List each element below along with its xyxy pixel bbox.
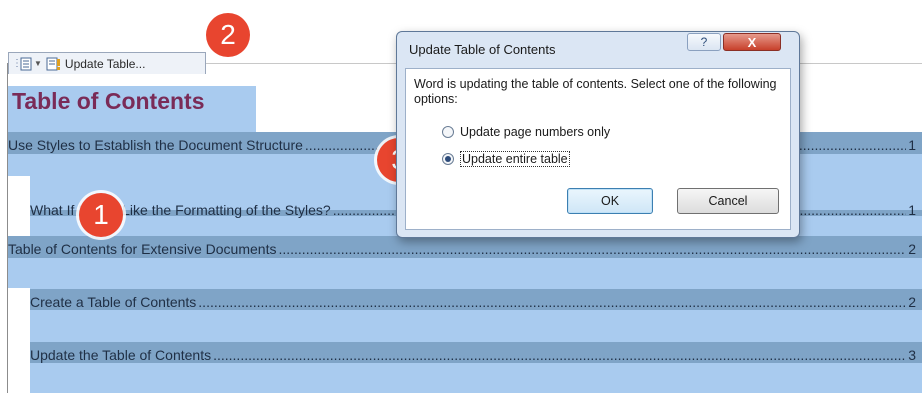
toc-leader: ........................................… — [213, 347, 907, 363]
toc-entry[interactable]: Table of Contents for Extensive Document… — [8, 236, 922, 257]
selection-highlight — [8, 258, 922, 288]
update-toc-dialog: Update Table of Contents ? X Word is upd… — [396, 31, 800, 238]
toc-entry[interactable]: Create a Table of Contents .............… — [30, 289, 922, 310]
update-table-label: Update Table... — [64, 56, 146, 71]
toc-entry-text: Create a Table of Contents — [30, 294, 197, 310]
toc-entry-text: Update the Table of Contents — [30, 347, 212, 363]
dialog-title: Update Table of Contents — [409, 42, 556, 57]
dialog-body: Word is updating the table of contents. … — [405, 68, 791, 230]
radio-page-numbers-only[interactable] — [442, 126, 454, 138]
content-control-toolbar: ⋮ ▼ Update Table... — [8, 52, 206, 74]
option-page-numbers-only[interactable]: Update page numbers only — [442, 125, 610, 139]
document-icon — [20, 57, 32, 70]
update-table-button[interactable]: Update Table... — [46, 56, 146, 71]
chevron-down-icon: ▼ — [34, 59, 42, 68]
option-entire-table[interactable]: Update entire table — [442, 151, 570, 167]
toc-entry-text: Use Styles to Establish the Document Str… — [8, 137, 303, 153]
dialog-message: Word is updating the table of contents. … — [414, 77, 777, 106]
toc-menu-button[interactable]: ▼ — [20, 57, 46, 71]
radio-entire-table[interactable] — [442, 153, 454, 165]
toc-title: Table of Contents — [12, 88, 205, 114]
option-label: Update page numbers only — [460, 125, 611, 139]
grip-icon[interactable]: ⋮ — [12, 58, 22, 69]
toc-entry-text: Table of Contents for Extensive Document… — [8, 241, 277, 257]
toc-page-number: 1 — [908, 202, 916, 218]
toc-page-number: 2 — [908, 241, 916, 257]
toc-entry[interactable]: Update the Table of Contents ...........… — [30, 342, 922, 363]
toc-page-number: 2 — [908, 294, 916, 310]
ok-button[interactable]: OK — [567, 188, 653, 214]
help-button[interactable]: ? — [687, 33, 721, 51]
callout-badge-1: 1 — [79, 193, 123, 237]
toc-entry-text: What If I Don't Like the Formatting of t… — [30, 202, 331, 218]
cancel-button[interactable]: Cancel — [677, 188, 779, 214]
callout-badge-2: 2 — [206, 13, 250, 57]
close-button[interactable]: X — [723, 33, 781, 51]
toc-leader: ........................................… — [198, 294, 907, 310]
option-label: Update entire table — [460, 151, 570, 167]
toc-leader: ........................................… — [278, 241, 906, 257]
toc-page-number: 3 — [908, 347, 916, 363]
update-table-icon — [46, 57, 60, 70]
toc-page-number: 1 — [908, 137, 916, 153]
